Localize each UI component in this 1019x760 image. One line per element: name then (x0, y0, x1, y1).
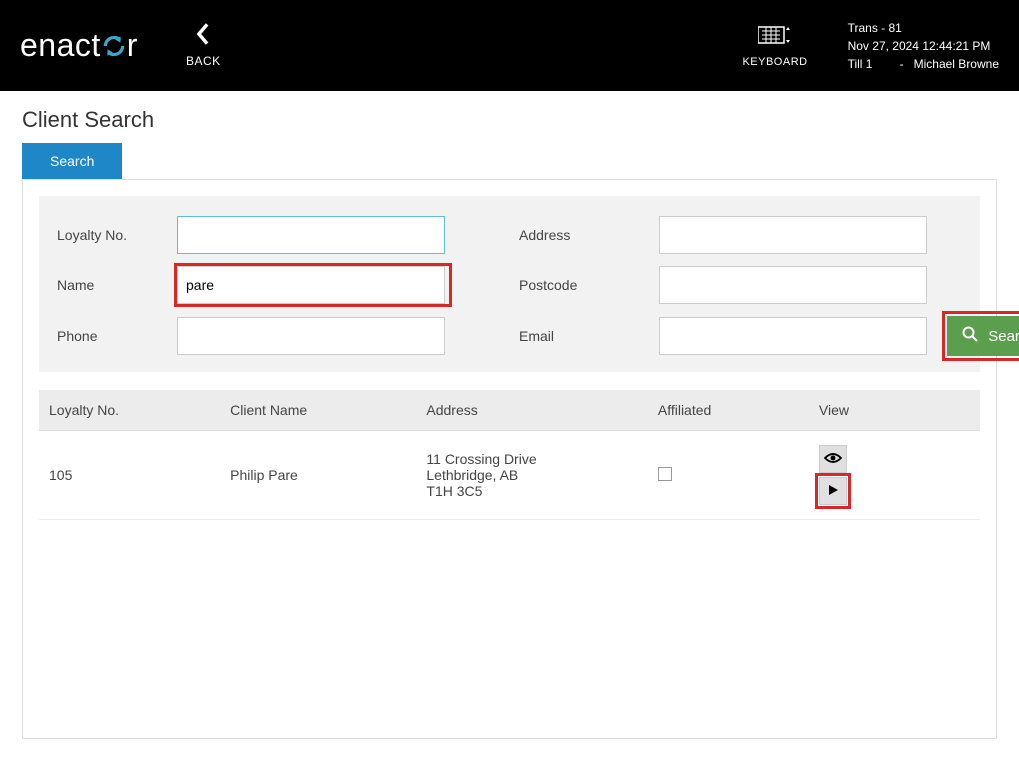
separator: - (900, 57, 904, 71)
affiliated-checkbox[interactable] (658, 467, 672, 481)
col-address: Address (416, 390, 647, 431)
search-button-label: Search (988, 328, 1019, 345)
cell-affiliated (648, 431, 809, 520)
app-header: enact r BACK (0, 0, 1019, 91)
header-info: Trans - 81 Nov 27, 2024 12:44:21 PM Till… (848, 19, 999, 73)
select-button[interactable] (819, 477, 847, 505)
main-panel: Loyalty No. Address Name Postcode Phone … (22, 179, 997, 739)
logo-refresh-icon (101, 33, 127, 59)
email-label: Email (519, 328, 659, 344)
user-name: Michael Browne (914, 57, 999, 71)
tabs: Search (0, 143, 1019, 179)
till-label: Till 1 (848, 55, 890, 73)
cell-client-name: Philip Pare (220, 431, 416, 520)
search-icon (962, 326, 978, 346)
play-icon (827, 483, 839, 499)
name-input[interactable] (177, 266, 445, 304)
keyboard-button[interactable]: KEYBOARD (742, 24, 807, 68)
address-label: Address (519, 227, 659, 243)
postcode-input[interactable] (659, 266, 927, 304)
table-row: 105 Philip Pare 11 Crossing Drive Lethbr… (39, 431, 980, 520)
email-input[interactable] (659, 317, 927, 355)
keyboard-label: KEYBOARD (742, 56, 807, 68)
tab-search[interactable]: Search (22, 143, 122, 179)
col-loyalty: Loyalty No. (39, 390, 220, 431)
address-input[interactable] (659, 216, 927, 254)
back-button[interactable]: BACK (186, 23, 221, 68)
datetime-label: Nov 27, 2024 12:44:21 PM (848, 37, 999, 55)
address-line3: T1H 3C5 (426, 483, 637, 499)
phone-label: Phone (57, 328, 177, 344)
view-button[interactable] (819, 445, 847, 473)
eye-icon (824, 451, 842, 467)
logo: enact r (20, 27, 138, 64)
page-title: Client Search (0, 91, 1019, 143)
col-view: View (809, 390, 980, 431)
name-label: Name (57, 277, 177, 293)
table-header-row: Loyalty No. Client Name Address Affiliat… (39, 390, 980, 431)
logo-text-post: r (127, 27, 138, 64)
transaction-label: Trans - 81 (848, 19, 999, 37)
loyalty-input[interactable] (177, 216, 445, 254)
cell-loyalty: 105 (39, 431, 220, 520)
col-client-name: Client Name (220, 390, 416, 431)
cell-view (809, 431, 980, 520)
address-line1: 11 Crossing Drive (426, 451, 637, 467)
col-affiliated: Affiliated (648, 390, 809, 431)
results-table: Loyalty No. Client Name Address Affiliat… (39, 390, 980, 520)
keyboard-icon (758, 24, 792, 52)
back-label: BACK (186, 54, 221, 68)
phone-input[interactable] (177, 317, 445, 355)
postcode-label: Postcode (519, 277, 659, 293)
logo-text-pre: enact (20, 27, 101, 64)
address-line2: Lethbridge, AB (426, 467, 637, 483)
loyalty-label: Loyalty No. (57, 227, 177, 243)
search-button[interactable]: Search (947, 316, 1019, 356)
search-form: Loyalty No. Address Name Postcode Phone … (39, 196, 980, 372)
chevron-left-icon (194, 23, 212, 50)
cell-address: 11 Crossing Drive Lethbridge, AB T1H 3C5 (416, 431, 647, 520)
